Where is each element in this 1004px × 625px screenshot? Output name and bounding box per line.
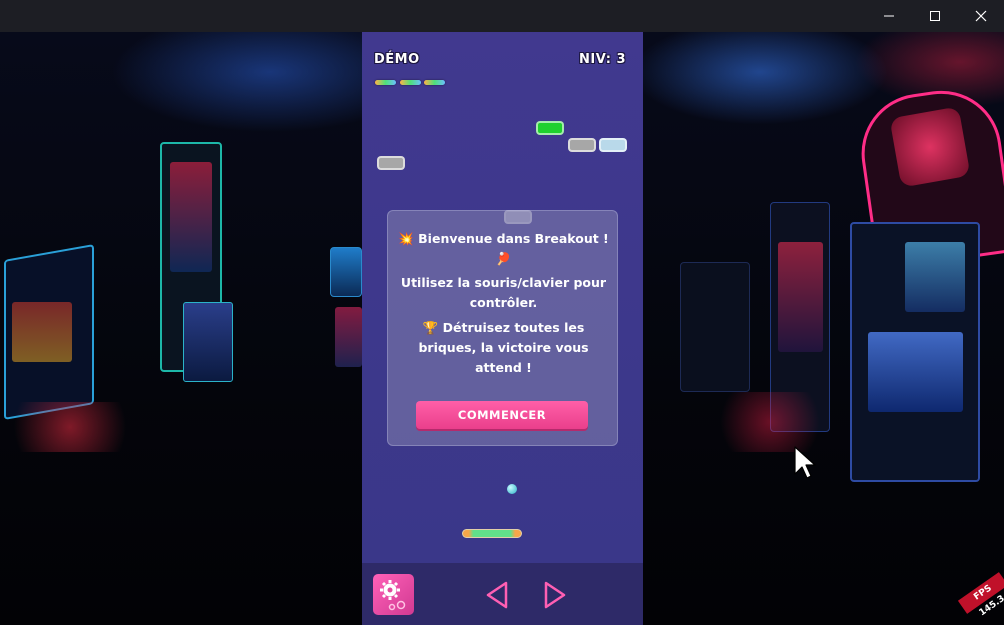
right-arrow-icon (544, 581, 566, 609)
arcade-lights (700, 392, 840, 452)
arcade-screen (335, 307, 362, 367)
title-bar (0, 0, 1004, 32)
close-icon (975, 10, 987, 22)
control-bar (362, 563, 643, 625)
settings-button[interactable] (373, 574, 414, 615)
welcome-instructions: Utilisez la souris/clavier pour contrôle… (400, 275, 607, 310)
arcade-screen (12, 302, 72, 362)
minimize-button[interactable] (866, 0, 912, 32)
arcade-screen (778, 242, 823, 352)
arcade-screen (170, 162, 212, 272)
arcade-sign (889, 106, 971, 188)
left-arrow-icon (486, 581, 508, 609)
brick (377, 156, 405, 170)
arcade-cabinet (330, 247, 362, 297)
paddle[interactable] (462, 529, 522, 538)
minimize-icon (884, 15, 894, 17)
welcome-dialog: 💥 Bienvenue dans Breakout ! 🏓 Utilisez l… (387, 210, 618, 446)
brick (599, 138, 627, 152)
maximize-button[interactable] (912, 0, 958, 32)
arcade-cabinet (680, 262, 750, 392)
welcome-title: 💥 Bienvenue dans Breakout ! 🏓 (398, 231, 609, 266)
brick (568, 138, 596, 152)
life-indicator (375, 80, 396, 85)
pointer-cursor-icon (794, 446, 816, 484)
game-panel[interactable]: DÉMO NIV: 3 💥 Bienvenue dans Breakout ! … (362, 32, 643, 625)
level-label: NIV: 3 (579, 52, 626, 67)
welcome-goal: 🏆 Détruisez toutes les briques, la victo… (418, 320, 589, 375)
playfield[interactable]: DÉMO NIV: 3 💥 Bienvenue dans Breakout ! … (362, 32, 643, 563)
arcade-screen (868, 332, 963, 412)
brick (536, 121, 564, 135)
mode-label: DÉMO (374, 52, 420, 67)
start-button[interactable]: COMMENCER (416, 401, 588, 429)
game-window: DÉMO NIV: 3 💥 Bienvenue dans Breakout ! … (0, 0, 1004, 625)
maximize-icon (930, 11, 940, 21)
gear-icon (380, 580, 406, 611)
arcade-screen (905, 242, 965, 312)
ball (507, 484, 517, 494)
arcade-lights (10, 402, 160, 452)
life-indicator (400, 80, 421, 85)
move-left-button[interactable] (482, 580, 512, 610)
life-indicator (424, 80, 445, 85)
arcade-screen (183, 302, 233, 382)
move-right-button[interactable] (540, 580, 570, 610)
close-button[interactable] (958, 0, 1004, 32)
